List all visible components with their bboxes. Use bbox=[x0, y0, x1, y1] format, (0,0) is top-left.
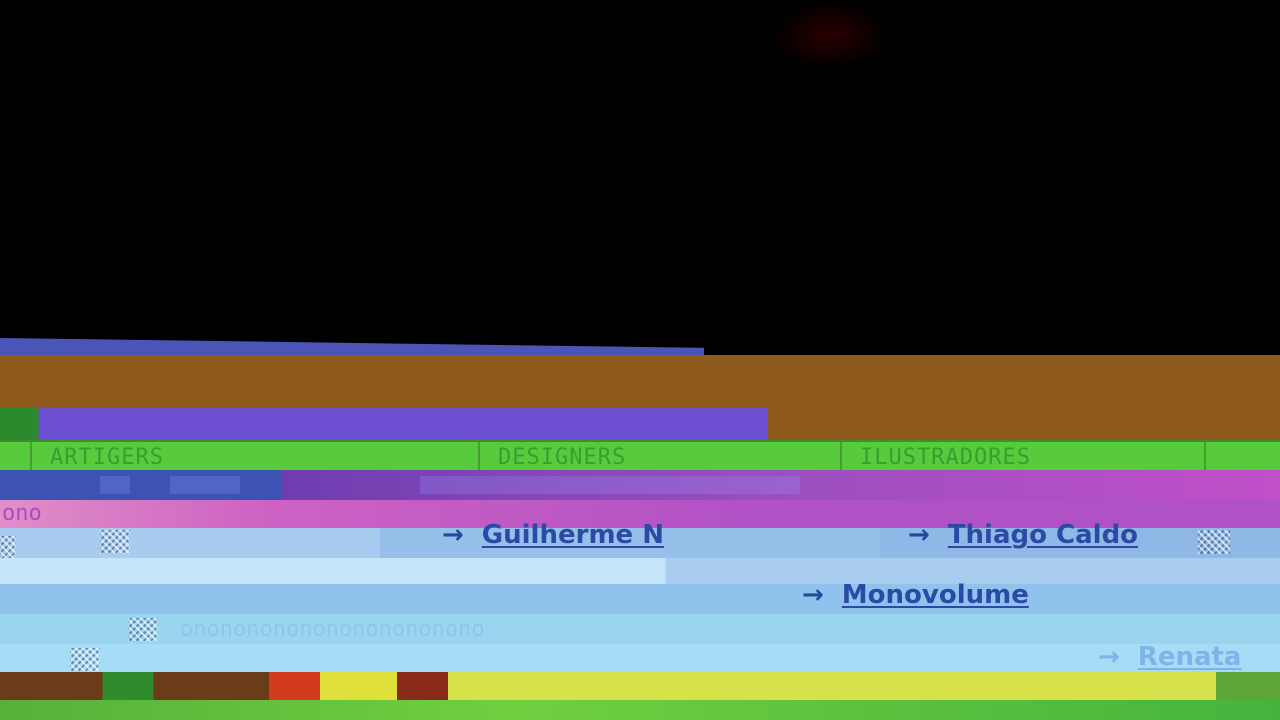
dither-artifact bbox=[0, 536, 16, 560]
multicolor-band bbox=[0, 672, 1280, 700]
arrow-right-icon: → bbox=[1098, 642, 1120, 672]
link-label: Thiago Caldo bbox=[947, 520, 1139, 550]
category-illustrators-label: ILUSTRADORES bbox=[860, 444, 1031, 470]
category-artists-label: ARTIGERS bbox=[50, 444, 164, 470]
cyan-repeated-text: ononononononononononono bbox=[180, 617, 485, 642]
arrow-right-icon: → bbox=[442, 520, 464, 550]
category-empty bbox=[1204, 442, 1280, 472]
red-glow bbox=[770, 0, 890, 70]
link-label: Monovolume bbox=[841, 580, 1029, 610]
links-row-2 bbox=[0, 584, 1280, 614]
dither-artifact bbox=[128, 618, 158, 642]
cyan-band: ononononononononononono bbox=[0, 614, 1280, 644]
magenta-text: ono bbox=[2, 501, 42, 526]
glitched-screen: ARTIGERS DESIGNERS ILUSTRADORES ono → Gu… bbox=[0, 0, 1280, 720]
arrow-right-icon: → bbox=[908, 520, 930, 550]
link-guilherme[interactable]: → Guilherme N bbox=[442, 520, 664, 550]
category-designers[interactable]: DESIGNERS bbox=[478, 442, 840, 472]
cyan-band-2 bbox=[0, 644, 1280, 672]
category-illustrators[interactable]: ILUSTRADORES bbox=[840, 442, 1204, 472]
brown-band bbox=[0, 355, 1280, 413]
arrow-right-icon: → bbox=[802, 580, 824, 610]
row-segment bbox=[0, 528, 380, 558]
pale-band bbox=[0, 558, 1280, 584]
dither-artifact bbox=[100, 530, 130, 554]
category-designers-label: DESIGNERS bbox=[498, 444, 627, 470]
purple-chunk bbox=[100, 476, 130, 494]
dither-artifact bbox=[1198, 530, 1230, 554]
purple-chunk bbox=[420, 476, 800, 494]
category-artists[interactable]: ARTIGERS bbox=[30, 442, 480, 472]
link-monovolume[interactable]: → Monovolume bbox=[802, 580, 1029, 610]
bottom-green-band bbox=[0, 700, 1280, 720]
link-label: Renata bbox=[1137, 642, 1242, 672]
purple-band bbox=[0, 470, 1280, 500]
dither-artifact bbox=[70, 648, 100, 672]
purple-brown-band bbox=[0, 408, 1280, 442]
purple-chunk bbox=[170, 476, 240, 494]
link-renata[interactable]: → Renata bbox=[1098, 642, 1241, 672]
category-bar: ARTIGERS DESIGNERS ILUSTRADORES bbox=[0, 440, 1280, 472]
link-thiago[interactable]: → Thiago Caldo bbox=[908, 520, 1138, 550]
link-label: Guilherme N bbox=[481, 520, 664, 550]
